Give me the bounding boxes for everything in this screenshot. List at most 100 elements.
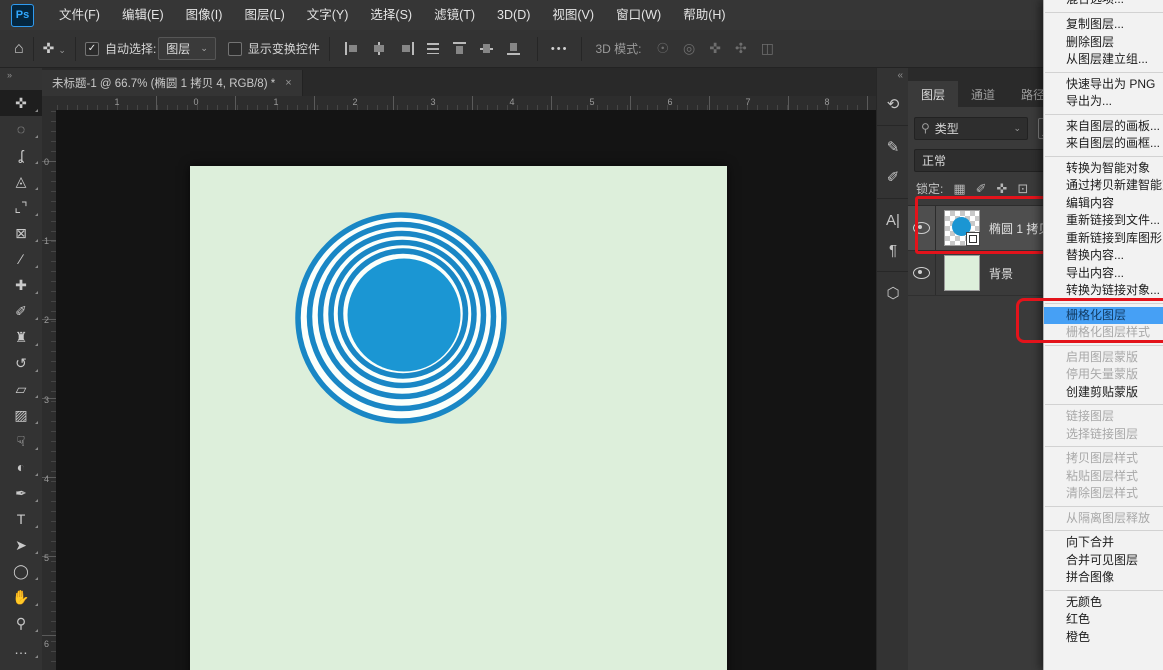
brushes-panel-icon[interactable]: ✐ <box>877 162 909 192</box>
lock-transparent-pixels-icon[interactable]: ▦ <box>953 181 965 197</box>
ruler-origin-corner[interactable] <box>42 96 57 111</box>
brush-tool[interactable]: ✐ <box>0 298 42 324</box>
shape-tool[interactable]: ◯ <box>0 558 42 584</box>
distribute-icon[interactable] <box>426 42 441 55</box>
document-tab[interactable]: 未标题-1 @ 66.7% (椭圆 1 拷贝 4, RGB/8) * × <box>42 70 303 96</box>
align-bottom-edges-icon[interactable] <box>507 42 522 55</box>
history-panel-icon[interactable]: ⟲ <box>877 89 909 119</box>
pasteboard[interactable] <box>56 110 876 670</box>
smudge-tool[interactable]: ☟ <box>0 428 42 454</box>
3d-pan-icon[interactable]: ✜ <box>709 40 721 57</box>
context-menu-item[interactable] <box>1045 590 1163 591</box>
close-icon[interactable]: × <box>285 77 291 89</box>
type-tool[interactable]: T <box>0 506 42 532</box>
context-menu-item[interactable]: 替换内容... <box>1044 247 1163 265</box>
context-menu-item[interactable] <box>1045 303 1163 304</box>
blend-mode-dropdown[interactable]: 正常 ⌄ <box>914 149 1060 172</box>
chevron-down-icon[interactable]: ⌄ <box>58 45 66 56</box>
lock-position-icon[interactable]: ✜ <box>997 181 1008 197</box>
context-menu-item[interactable] <box>1045 72 1163 73</box>
move-tool[interactable]: ✜ <box>0 90 42 116</box>
lock-image-pixels-icon[interactable]: ✐ <box>976 181 987 197</box>
clone-stamp-tool[interactable]: ♜ <box>0 324 42 350</box>
menubar-item[interactable]: 文字(Y) <box>296 0 360 30</box>
context-menu-item[interactable]: 删除图层 <box>1044 34 1163 52</box>
align-top-edges-icon[interactable] <box>453 42 468 55</box>
menubar-item[interactable]: 滤镜(T) <box>423 0 486 30</box>
context-menu-item[interactable] <box>1045 446 1163 447</box>
auto-select-target-dropdown[interactable]: 图层 ⌄ <box>158 37 216 60</box>
context-menu-item[interactable]: 转换为链接对象... <box>1044 282 1163 300</box>
dock-separator[interactable] <box>877 271 909 272</box>
context-menu-item[interactable]: 通过拷贝新建智能对象 <box>1044 177 1163 195</box>
menubar-item[interactable]: 窗口(W) <box>605 0 672 30</box>
more-tools[interactable]: … <box>0 636 42 662</box>
path-selection-tool[interactable]: ➤ <box>0 532 42 558</box>
context-menu-item[interactable]: 合并可见图层 <box>1044 552 1163 570</box>
context-menu-item[interactable]: 栅格化图层 <box>1044 307 1163 325</box>
context-menu-item[interactable]: 清除图层样式 <box>1044 485 1163 503</box>
context-menu-item[interactable]: 编辑内容 <box>1044 195 1163 213</box>
healing-brush-tool[interactable]: ✚ <box>0 272 42 298</box>
menubar-item[interactable]: 3D(D) <box>486 0 541 30</box>
context-menu-item[interactable]: 拷贝图层样式 <box>1044 450 1163 468</box>
context-menu-item[interactable]: 停用矢量蒙版 <box>1044 366 1163 384</box>
move-tool-preset-icon[interactable]: ✜ <box>43 40 55 57</box>
eraser-tool[interactable]: ▱ <box>0 376 42 402</box>
auto-select-checkbox[interactable]: ✓ <box>85 42 99 56</box>
paragraph-panel-icon[interactable]: ¶ <box>877 235 909 265</box>
align-right-edges-icon[interactable] <box>399 42 414 55</box>
context-menu-item[interactable]: 快速导出为 PNG <box>1044 76 1163 94</box>
context-menu-item[interactable]: 导出内容... <box>1044 265 1163 283</box>
context-menu-item[interactable] <box>1045 12 1163 13</box>
layer-thumbnail[interactable] <box>944 210 980 246</box>
history-brush-tool[interactable]: ↺ <box>0 350 42 376</box>
context-menu-item[interactable]: 拼合图像 <box>1044 569 1163 587</box>
vertical-ruler[interactable]: 0123456 <box>42 110 57 670</box>
3d-orbit-icon[interactable]: ☉ <box>656 40 669 57</box>
3d-slide-icon[interactable]: ✣ <box>735 40 747 57</box>
layer-name[interactable]: 背景 <box>989 265 1013 282</box>
context-menu-item[interactable]: 来自图层的画板... <box>1044 118 1163 136</box>
frame-tool[interactable]: ⊠ <box>0 220 42 246</box>
context-menu-item[interactable]: 混合选项... <box>1044 0 1163 9</box>
context-menu-item[interactable]: 创建剪贴蒙版 <box>1044 384 1163 402</box>
crop-tool[interactable]: ⌞⌝ <box>0 194 42 220</box>
context-menu-item[interactable]: 栅格化图层样式 <box>1044 324 1163 342</box>
context-menu-item[interactable]: 启用图层蒙版 <box>1044 349 1163 367</box>
lock-artboard-icon[interactable]: ⊡ <box>1017 181 1028 197</box>
dock-separator[interactable] <box>877 198 909 199</box>
3d-camera-icon[interactable]: ◫ <box>761 40 774 57</box>
context-menu-item[interactable]: 重新链接到库图形... <box>1044 230 1163 248</box>
panel-tab[interactable]: 图层 <box>908 81 958 107</box>
context-menu-item[interactable]: 选择链接图层 <box>1044 426 1163 444</box>
context-menu-item[interactable]: 红色 <box>1044 611 1163 629</box>
context-menu-item[interactable] <box>1045 345 1163 346</box>
3d-panel-icon[interactable]: ⬡ <box>877 278 909 308</box>
panel-tab[interactable]: 通道 <box>958 81 1008 107</box>
context-menu-item[interactable]: 转换为智能对象 <box>1044 160 1163 178</box>
context-menu-item[interactable]: 向下合并 <box>1044 534 1163 552</box>
zoom-tool[interactable]: ⚲ <box>0 610 42 636</box>
context-menu-item[interactable]: 无颜色 <box>1044 594 1163 612</box>
context-menu-item[interactable]: 从图层建立组... <box>1044 51 1163 69</box>
layer-filter-dropdown[interactable]: ⚲ 类型 ⌄ <box>914 117 1028 140</box>
context-menu-item[interactable]: 链接图层 <box>1044 408 1163 426</box>
quick-selection-tool[interactable]: ◬ <box>0 168 42 194</box>
hand-tool[interactable]: ✋ <box>0 584 42 610</box>
menubar-item[interactable]: 编辑(E) <box>111 0 175 30</box>
more-options-icon[interactable]: ••• <box>551 43 569 55</box>
menubar-item[interactable]: 帮助(H) <box>672 0 736 30</box>
marquee-tool[interactable]: ◌ <box>0 116 42 142</box>
align-horizontal-centers-icon[interactable] <box>372 42 387 55</box>
context-menu-item[interactable]: 橙色 <box>1044 629 1163 647</box>
gradient-tool[interactable]: ▨ <box>0 402 42 428</box>
show-transform-checkbox[interactable] <box>228 42 242 56</box>
context-menu-item[interactable]: 来自图层的画框... <box>1044 135 1163 153</box>
menubar-item[interactable]: 图层(L) <box>233 0 295 30</box>
align-vertical-centers-icon[interactable] <box>480 42 495 55</box>
context-menu-item[interactable] <box>1045 156 1163 157</box>
layer-visibility-toggle[interactable] <box>908 206 936 250</box>
character-panel-icon[interactable]: A| <box>877 205 909 235</box>
context-menu-item[interactable]: 从隔离图层释放 <box>1044 510 1163 528</box>
